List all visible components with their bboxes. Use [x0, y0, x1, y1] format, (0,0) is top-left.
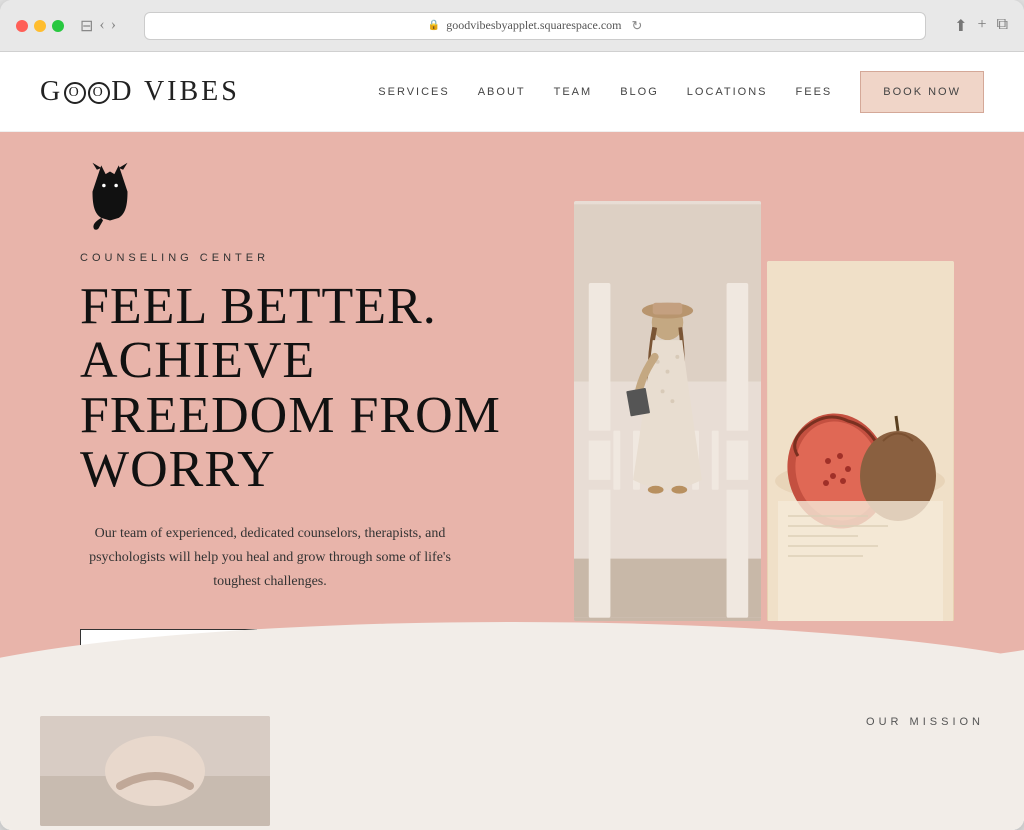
address-bar[interactable]: 🔒 goodvibesbyapplet.squarespace.com ↻	[144, 12, 926, 40]
site-logo[interactable]: GOOD VIBES	[40, 76, 240, 108]
hero-description: Our team of experienced, dedicated couns…	[80, 522, 460, 593]
website-content: GOOD VIBES SERVICES ABOUT TEAM BLOG LOCA…	[0, 52, 1024, 830]
nav-locations[interactable]: LOCATIONS	[687, 86, 768, 98]
bottom-preview-image	[40, 716, 270, 826]
nav-about[interactable]: ABOUT	[478, 86, 526, 98]
logo-circle-o2: O	[88, 82, 110, 104]
counseling-label: COUNSELING CENTER	[80, 252, 534, 264]
sidebar-icon[interactable]: ⊟	[80, 16, 93, 36]
nav-fees[interactable]: FEES	[796, 86, 833, 98]
close-button[interactable]	[16, 20, 28, 32]
hero-title-line2: FREEDOM FROM WORRY	[80, 387, 501, 499]
logo-circle-o: O	[64, 82, 86, 104]
url-text: goodvibesbyapplet.squarespace.com	[446, 18, 621, 33]
new-tab-icon[interactable]: +	[978, 16, 987, 36]
traffic-lights	[16, 20, 64, 32]
maximize-button[interactable]	[52, 20, 64, 32]
nav-team[interactable]: TEAM	[554, 86, 593, 98]
nav-links: SERVICES ABOUT TEAM BLOG LOCATIONS FEES …	[378, 71, 984, 113]
nav-blog[interactable]: BLOG	[620, 86, 659, 98]
figs-image	[767, 261, 954, 621]
nav-services[interactable]: SERVICES	[378, 86, 449, 98]
hero-section: COUNSELING CENTER FEEL BETTER. ACHIEVE F…	[0, 132, 1024, 700]
book-now-button[interactable]: BOOK NOW	[860, 71, 984, 113]
navbar: GOOD VIBES SERVICES ABOUT TEAM BLOG LOCA…	[0, 52, 1024, 132]
hero-title: FEEL BETTER. ACHIEVE FREEDOM FROM WORRY	[80, 280, 534, 498]
minimize-button[interactable]	[34, 20, 46, 32]
browser-controls: ⊟ ‹ ›	[80, 16, 116, 36]
hero-left: COUNSELING CENTER FEEL BETTER. ACHIEVE F…	[80, 141, 574, 672]
browser-titlebar: ⊟ ‹ › 🔒 goodvibesbyapplet.squarespace.co…	[0, 0, 1024, 52]
tabs-icon[interactable]: ⧉	[997, 16, 1008, 36]
browser-window: ⊟ ‹ › 🔒 goodvibesbyapplet.squarespace.co…	[0, 0, 1024, 830]
wave-divider	[0, 630, 1024, 700]
lock-icon: 🔒	[428, 20, 440, 31]
hero-right	[574, 152, 974, 660]
cat-icon	[80, 161, 140, 231]
share-icon[interactable]: ⬆	[954, 16, 967, 36]
browser-actions: ⬆ + ⧉	[954, 16, 1008, 36]
refresh-icon[interactable]: ↻	[632, 18, 643, 34]
hero-content: COUNSELING CENTER FEEL BETTER. ACHIEVE F…	[0, 132, 1024, 700]
hero-image-grid	[574, 201, 954, 621]
our-mission-label: OUR MISSION	[866, 716, 984, 748]
forward-button[interactable]: ›	[111, 16, 116, 36]
woman-image	[574, 201, 761, 621]
hero-title-line1: FEEL BETTER. ACHIEVE	[80, 278, 437, 390]
back-button[interactable]: ‹	[99, 16, 104, 36]
bottom-section: OUR MISSION	[0, 700, 1024, 830]
